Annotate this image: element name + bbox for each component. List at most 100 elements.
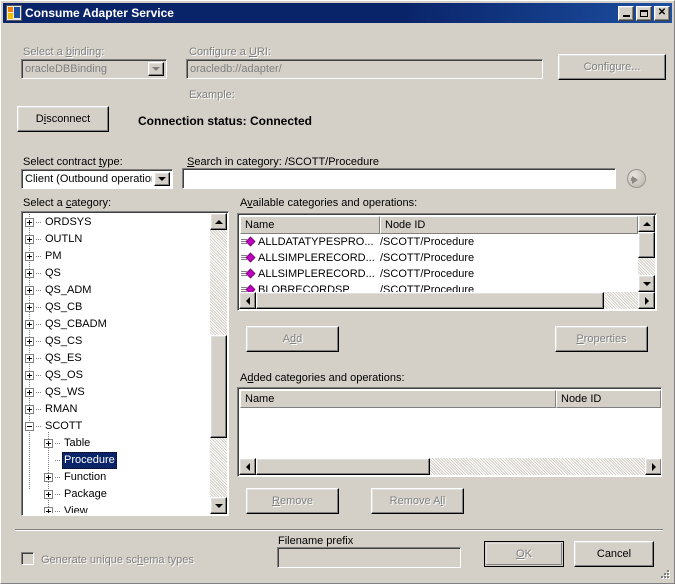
configure-button[interactable]: Configure...	[558, 54, 666, 80]
tree-node-label[interactable]: ORDSYS	[43, 214, 93, 231]
tree-node[interactable]: PM	[24, 248, 209, 265]
available-col-name[interactable]: Name	[240, 216, 380, 234]
tree-node[interactable]: Procedure	[24, 452, 209, 469]
expand-icon[interactable]	[25, 286, 34, 295]
available-hscrollbar[interactable]	[239, 292, 655, 309]
remove-button[interactable]: Remove	[246, 488, 339, 514]
tree-node[interactable]: QS_CB	[24, 299, 209, 316]
tree-node-label[interactable]: QS_CBADM	[43, 316, 109, 333]
added-scroll-left-button[interactable]	[239, 458, 256, 475]
expand-icon[interactable]	[44, 507, 53, 513]
uri-field[interactable]: oracledb://adapter/	[186, 59, 543, 79]
generate-unique-schema-checkbox[interactable]	[21, 552, 34, 565]
expand-icon[interactable]	[44, 473, 53, 482]
expand-icon[interactable]	[25, 320, 34, 329]
expand-icon[interactable]	[25, 405, 34, 414]
tree-node-label[interactable]: Procedure	[62, 452, 117, 469]
tree-node-label[interactable]: QS_OS	[43, 367, 85, 384]
tree-node[interactable]: QS	[24, 265, 209, 282]
tree-node-label[interactable]: View	[62, 503, 90, 513]
filename-prefix-input[interactable]	[277, 547, 461, 568]
added-list[interactable]: Name Node ID	[237, 387, 662, 477]
table-row[interactable]: ALLSIMPLERECORD... /SCOTT/Procedure	[240, 266, 638, 282]
cancel-button[interactable]: Cancel	[574, 541, 654, 567]
tree-node-label[interactable]: PM	[43, 248, 64, 265]
tree-scroll-thumb[interactable]	[210, 335, 227, 438]
available-scroll-down-button[interactable]	[638, 275, 655, 292]
tree-scrollbar[interactable]	[210, 213, 227, 514]
tree-node-label[interactable]: OUTLN	[43, 231, 84, 248]
expand-icon[interactable]	[25, 354, 34, 363]
tree-node[interactable]: QS_CS	[24, 333, 209, 350]
expand-icon[interactable]	[25, 388, 34, 397]
tree-node[interactable]: SCOTT	[24, 418, 209, 435]
category-tree[interactable]: ORDSYS OUTLN PM QS QS_ADM QS_CB QS_CBADM QS_CS Q…	[21, 211, 229, 516]
tree-scroll-down-button[interactable]	[210, 497, 227, 514]
added-hscroll-thumb[interactable]	[256, 458, 430, 475]
tree-node-label[interactable]: SCOTT	[43, 418, 84, 435]
search-input[interactable]	[182, 168, 616, 189]
add-button[interactable]: Add	[246, 326, 339, 352]
tree-node[interactable]: ORDSYS	[24, 214, 209, 231]
tree-node[interactable]: QS_ES	[24, 350, 209, 367]
tree-node-label[interactable]: QS	[43, 265, 63, 282]
available-scroll-left-button[interactable]	[239, 292, 256, 309]
tree-node[interactable]: Table	[24, 435, 209, 452]
tree-node[interactable]: QS_ADM	[24, 282, 209, 299]
added-scroll-right-button[interactable]	[645, 458, 661, 475]
chevron-down-icon[interactable]	[148, 62, 164, 76]
chevron-down-icon[interactable]	[154, 172, 170, 186]
tree-node[interactable]: QS_OS	[24, 367, 209, 384]
available-hscroll-thumb[interactable]	[256, 292, 604, 309]
tree-node[interactable]: QS_WS	[24, 384, 209, 401]
tree-node[interactable]: OUTLN	[24, 231, 209, 248]
close-button[interactable]: ✕	[654, 5, 670, 21]
tree-node-label[interactable]: QS_CB	[43, 299, 84, 316]
tree-node-label[interactable]: QS_ADM	[43, 282, 93, 299]
contract-type-combo[interactable]: Client (Outbound operations)	[21, 169, 173, 189]
tree-node-label[interactable]: QS_ES	[43, 350, 84, 367]
available-scroll-right-button[interactable]	[638, 292, 655, 309]
expand-icon[interactable]	[25, 235, 34, 244]
collapse-icon[interactable]	[25, 422, 34, 431]
title-bar[interactable]: Consume Adapter Service ✕	[3, 3, 672, 23]
available-list[interactable]: Name Node ID ALLDATATYPESPRO... /SCOTT/Pr…	[237, 213, 657, 311]
tree-node[interactable]: Function	[24, 469, 209, 486]
resize-grip[interactable]	[658, 567, 672, 581]
tree-scroll-up-button[interactable]	[210, 213, 227, 230]
tree-node-label[interactable]: RMAN	[43, 401, 79, 418]
minimize-button[interactable]	[618, 5, 634, 21]
table-row[interactable]: ALLSIMPLERECORD... /SCOTT/Procedure	[240, 250, 638, 266]
table-row[interactable]: ALLDATATYPESPRO... /SCOTT/Procedure	[240, 234, 638, 250]
disconnect-button[interactable]: Disconnect	[17, 106, 109, 132]
added-hscrollbar[interactable]	[239, 458, 661, 475]
expand-icon[interactable]	[25, 303, 34, 312]
expand-icon[interactable]	[25, 252, 34, 261]
tree-node[interactable]: Package	[24, 486, 209, 503]
added-col-name[interactable]: Name	[240, 390, 556, 408]
maximize-button[interactable]	[636, 5, 652, 21]
properties-button[interactable]: Properties	[555, 326, 648, 352]
ok-button[interactable]: OK	[484, 541, 564, 567]
tree-node[interactable]: QS_CBADM	[24, 316, 209, 333]
tree-node-label[interactable]: QS_WS	[43, 384, 87, 401]
tree-node-label[interactable]: Package	[62, 486, 109, 503]
tree-node-label[interactable]: Table	[62, 435, 92, 452]
expand-icon[interactable]	[44, 490, 53, 499]
tree-node-label[interactable]: QS_CS	[43, 333, 84, 350]
expand-icon[interactable]	[25, 218, 34, 227]
expand-icon[interactable]	[44, 439, 53, 448]
expand-icon[interactable]	[25, 371, 34, 380]
expand-icon[interactable]	[25, 269, 34, 278]
tree-node[interactable]: View	[24, 503, 209, 513]
tree-node-label[interactable]: Function	[62, 469, 108, 486]
search-go-icon[interactable]	[627, 169, 646, 188]
binding-combo[interactable]: oracleDBBinding	[21, 59, 167, 79]
available-vscroll-thumb[interactable]	[638, 232, 655, 258]
available-col-node-id[interactable]: Node ID	[380, 216, 638, 234]
added-col-node-id[interactable]: Node ID	[556, 390, 661, 408]
available-vscrollbar[interactable]	[638, 215, 655, 292]
tree-node[interactable]: RMAN	[24, 401, 209, 418]
expand-icon[interactable]	[25, 337, 34, 346]
remove-all-button[interactable]: Remove All	[371, 488, 464, 514]
